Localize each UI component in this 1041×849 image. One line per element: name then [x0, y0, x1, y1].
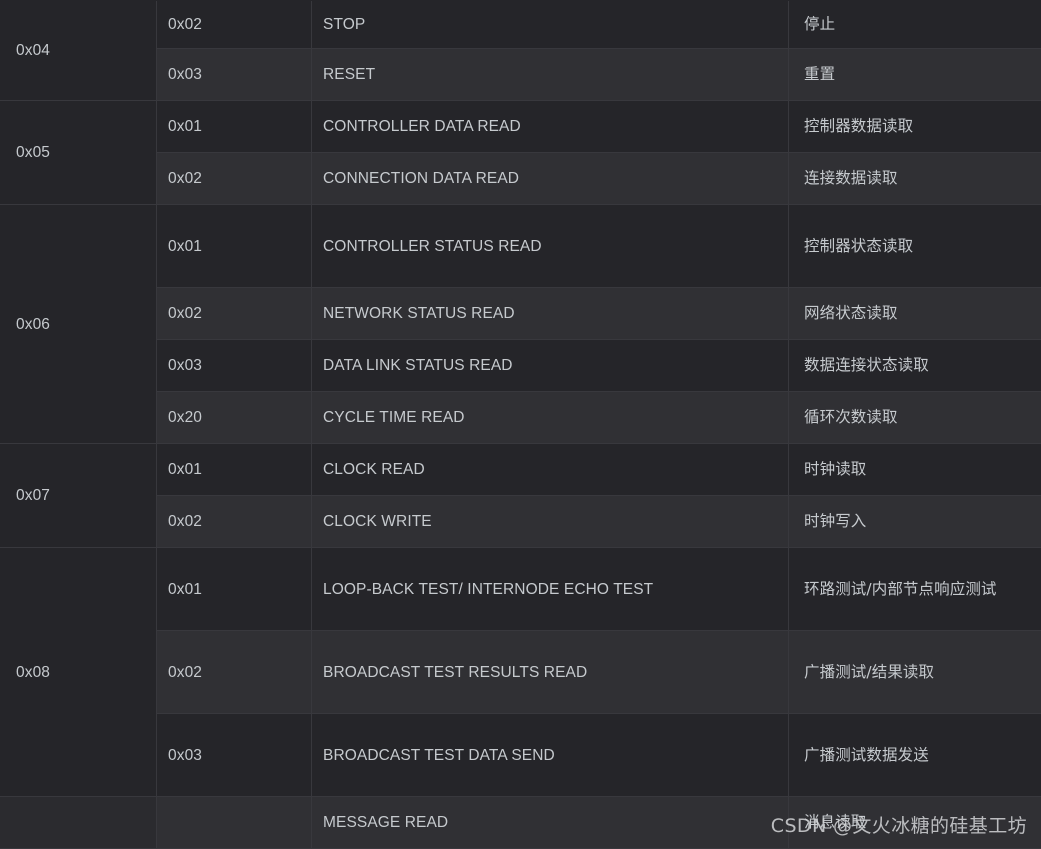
- cell-description-cn: 循环次数读取: [789, 392, 1041, 444]
- cell-description-cn: 停止: [789, 1, 1041, 49]
- cell-description-en: BROADCAST TEST RESULTS READ: [312, 631, 789, 714]
- cell-description-cn: 数据连接状态读取: [789, 340, 1041, 392]
- cell-sub-command: 0x20: [157, 392, 312, 444]
- cell-description-cn: 网络状态读取: [789, 288, 1041, 340]
- cell-description-cn: 重置: [789, 49, 1041, 101]
- table-row: 0x03 BROADCAST TEST DATA SEND 广播测试数据发送: [0, 714, 1041, 797]
- cell-description-cn: 连接数据读取: [789, 153, 1041, 205]
- cell-sub-command: 0x01: [157, 548, 312, 631]
- cell-description-en: DATA LINK STATUS READ: [312, 340, 789, 392]
- cell-sub-command: 0x03: [157, 49, 312, 101]
- cell-description-cn: 时钟读取: [789, 444, 1041, 496]
- cell-description-cn: 时钟写入: [789, 496, 1041, 548]
- command-code-table: 0x04 0x02 STOP 停止 0x03 RESET 重置 0x05 0x0…: [0, 0, 1041, 849]
- cell-sub-command: 0x01: [157, 101, 312, 153]
- cell-sub-command: 0x01: [157, 444, 312, 496]
- table-row: 0x07 0x01 CLOCK READ 时钟读取: [0, 444, 1041, 496]
- cell-description-cn: 控制器状态读取: [789, 205, 1041, 288]
- cell-description-en: CONNECTION DATA READ: [312, 153, 789, 205]
- cell-description-en: RESET: [312, 49, 789, 101]
- cell-command-group: 0x07: [0, 444, 157, 548]
- cell-command-group: 0x04: [0, 1, 157, 101]
- table-row: 0x20 CYCLE TIME READ 循环次数读取: [0, 392, 1041, 444]
- cell-description-en: CONTROLLER DATA READ: [312, 101, 789, 153]
- table-row: 0x03 DATA LINK STATUS READ 数据连接状态读取: [0, 340, 1041, 392]
- cell-description-en: MESSAGE READ: [312, 797, 789, 849]
- cell-sub-command: [157, 797, 312, 849]
- cell-description-en: BROADCAST TEST DATA SEND: [312, 714, 789, 797]
- cell-description-en: CONTROLLER STATUS READ: [312, 205, 789, 288]
- table-row: 0x03 RESET 重置: [0, 49, 1041, 101]
- table-row: MESSAGE READ 消息读取: [0, 797, 1041, 849]
- table-row: 0x04 0x02 STOP 停止: [0, 1, 1041, 49]
- cell-description-en: STOP: [312, 1, 789, 49]
- table-row: 0x02 BROADCAST TEST RESULTS READ 广播测试/结果…: [0, 631, 1041, 714]
- cell-sub-command: 0x02: [157, 153, 312, 205]
- cell-command-group: [0, 797, 157, 849]
- cell-description-en: LOOP-BACK TEST/ INTERNODE ECHO TEST: [312, 548, 789, 631]
- table-row: 0x05 0x01 CONTROLLER DATA READ 控制器数据读取: [0, 101, 1041, 153]
- table-row: 0x02 CLOCK WRITE 时钟写入: [0, 496, 1041, 548]
- cell-description-en: CYCLE TIME READ: [312, 392, 789, 444]
- cell-description-en: CLOCK READ: [312, 444, 789, 496]
- cell-description-en: CLOCK WRITE: [312, 496, 789, 548]
- cell-sub-command: 0x02: [157, 631, 312, 714]
- table-row: 0x02 CONNECTION DATA READ 连接数据读取: [0, 153, 1041, 205]
- cell-description-cn: 广播测试/结果读取: [789, 631, 1041, 714]
- cell-description-cn: 控制器数据读取: [789, 101, 1041, 153]
- cell-description-cn: 消息读取: [789, 797, 1041, 849]
- cell-sub-command: 0x02: [157, 496, 312, 548]
- table-row: 0x08 0x01 LOOP-BACK TEST/ INTERNODE ECHO…: [0, 548, 1041, 631]
- cell-sub-command: 0x03: [157, 340, 312, 392]
- table-body: 0x04 0x02 STOP 停止 0x03 RESET 重置 0x05 0x0…: [0, 1, 1041, 849]
- table-row: 0x02 NETWORK STATUS READ 网络状态读取: [0, 288, 1041, 340]
- cell-sub-command: 0x02: [157, 288, 312, 340]
- cell-command-group: 0x08: [0, 548, 157, 797]
- top-clip-strip: [0, 0, 1041, 1]
- cell-command-group: 0x05: [0, 101, 157, 205]
- cell-description-cn: 广播测试数据发送: [789, 714, 1041, 797]
- cell-description-en: NETWORK STATUS READ: [312, 288, 789, 340]
- table-row: 0x06 0x01 CONTROLLER STATUS READ 控制器状态读取: [0, 205, 1041, 288]
- cell-description-cn: 环路测试/内部节点响应测试: [789, 548, 1041, 631]
- cell-sub-command: 0x03: [157, 714, 312, 797]
- cell-command-group: 0x06: [0, 205, 157, 444]
- cell-sub-command: 0x01: [157, 205, 312, 288]
- cell-sub-command: 0x02: [157, 1, 312, 49]
